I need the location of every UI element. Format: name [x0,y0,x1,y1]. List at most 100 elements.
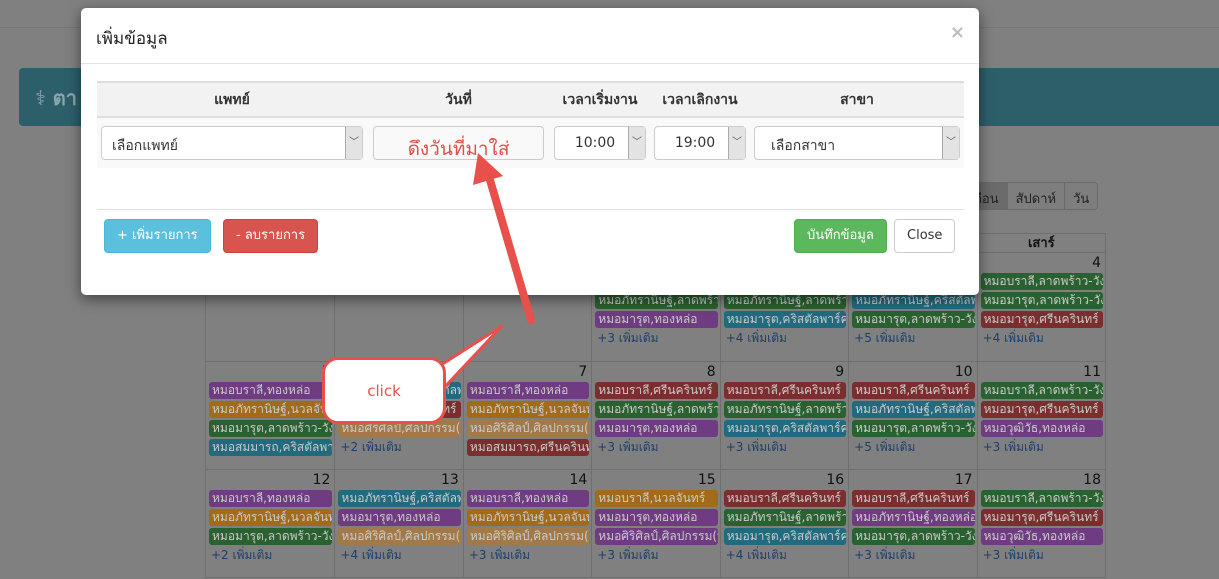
calendar-event[interactable]: หมอบราลี,ทองหล่อ [466,490,590,507]
calendar-event[interactable]: หมอมารุต,ลาดพร้าว-วังหิน [852,311,975,328]
branch-select[interactable]: เลือกสาขา ﹀ [754,126,960,160]
calendar-day[interactable]: 10 หมอบราลี,ศรีนครินทร์หมอภัทรานิษฐ์,คริส… [848,362,976,469]
calendar-day[interactable]: 13 หมอภัทรานิษฐ์,คริสตัลพาร์คหมอมารุต,ทอง… [334,470,462,577]
calendar-event[interactable]: หมอภัทรานิษฐ์,นวลจันทร์ [209,401,333,418]
calendar-event[interactable]: หมอมารุต,ศรีนครินทร์ [980,509,1103,526]
day-number: 10 [954,364,973,380]
more-events-link[interactable]: +5 เพิ่มเติม [852,439,974,456]
doctor-icon: ⚕ [35,86,53,110]
start-time-select[interactable]: 10:00 ﹀ [554,126,646,160]
more-events-link[interactable]: +3 เพิ่มเติม [595,439,717,456]
calendar-event[interactable]: หมอวุฒิวัธ,ทองหล่อ [980,528,1103,545]
more-events-link[interactable]: +3 เพิ่มเติม [852,547,974,564]
calendar-day[interactable]: 16 หมอบราลี,ศรีนครินทร์หมอภัทรานิษฐ์,ลาดพ… [719,470,848,577]
calendar-event[interactable]: หมอภัทรานิษฐ์,ลาดพร้าว [723,509,847,526]
calendar-day[interactable]: 12 หมอบราลี,ทองหล่อหมอภัทรานิษฐ์,นวลจันทร… [206,470,334,577]
date-input[interactable]: ดึงวันที่มาใส่ [373,126,544,160]
chevron-down-icon: ﹀ [628,127,645,159]
more-events-link[interactable]: +3 เพิ่มเติม [981,547,1103,564]
calendar-event[interactable]: หมอสมมารถ,คริสตัลพาร์ค [209,439,333,456]
calendar-event[interactable]: หมอบราลี,ศรีนครินทร์ [595,382,718,399]
calendar-event[interactable]: หมอบราลี,นวลจันทร์ [595,490,718,507]
calendar-day[interactable]: 18 หมอบราลี,ลาดพร้าว-วังหินหมอมารุต,ศรีนค… [976,470,1105,577]
day-number: 16 [826,472,845,488]
more-events-link[interactable]: +2 เพิ่มเติม [209,547,332,564]
calendar-event[interactable]: หมอบราลี,ทองหล่อ [209,382,333,399]
calendar-event[interactable]: หมอศิริศิลป์,ศิลปกรรม(ทองหล่อ) [595,528,718,545]
more-events-link[interactable]: +3 เพิ่มเติม [981,439,1103,456]
calendar-event[interactable]: หมอมารุต,ศรีนครินทร์ [980,401,1103,418]
calendar-event[interactable]: หมอมารุต,ลาดพร้าว-วังหิน [209,528,333,545]
calendar-event[interactable]: หมอบราลี,ศรีนครินทร์ [852,490,975,507]
calendar-event[interactable]: หมอบราลี,ทองหล่อ [209,490,333,507]
calendar-event[interactable]: หมอวุฒิวัธ,ทองหล่อ [980,420,1103,437]
day-number: 12 [312,472,331,488]
calendar-day[interactable]: 14 หมอบราลี,ทองหล่อหมอภัทรานิษฐ์,นวลจันทร… [462,470,591,577]
calendar-event[interactable]: หมอมารุต,ลาดพร้าว-วังหิน [980,292,1103,309]
more-events-link[interactable]: +3 เพิ่มเติม [595,547,717,564]
day-number: 7 [578,364,588,380]
calendar-event[interactable]: หมอภัทรานิษฐ์,นวลจันทร์ [209,509,333,526]
calendar-event[interactable]: หมอมารุต,คริสตัลพาร์ค [723,311,847,328]
calendar-event[interactable]: หมอมารุต,ทองหล่อ [595,420,718,437]
calendar-event[interactable]: หมอมารุต,ทองหล่อ [595,509,718,526]
more-events-link[interactable]: +4 เพิ่มเติม [724,547,846,564]
more-events-link[interactable]: +4 เพิ่มเติม [981,330,1103,347]
end-time-select[interactable]: 19:00 ﹀ [654,126,746,160]
close-icon[interactable]: × [950,22,965,43]
more-events-link[interactable]: +2 เพิ่มเติม [338,439,460,456]
calendar-event[interactable]: หมอศิริศิลป์,ศิลปกรรม(นวลจันทร์) [338,528,461,545]
calendar-day[interactable]: 17 หมอบราลี,ศรีนครินทร์ หมอภัทรานิษฐ์,ทองห… [848,470,976,577]
more-events-link[interactable]: +4 เพิ่มเติม [338,547,460,564]
more-events-link[interactable]: +3 เพิ่มเติม [467,547,589,564]
day-number: 14 [569,472,588,488]
calendar-event[interactable]: หมอบราลี,ลาดพร้าว-วังหิน [980,382,1103,399]
calendar-event[interactable]: หมอสมมารถ,ศรีนครินทร์ [466,439,590,456]
calendar-event[interactable]: หมอภัทรานิษฐ์,นวลจันทร์ [466,509,590,526]
calendar-event[interactable]: หมอบราลี,ศรีนครินทร์ [852,382,975,399]
calendar-event[interactable]: หมอบราลี,ลาดพร้าว-วังหิน [980,490,1103,507]
calendar-event[interactable]: หมอมารุต,ศรีนครินทร์ [980,311,1103,328]
calendar-event[interactable]: หมอมารุต,ทองหล่อ [338,509,461,526]
calendar-day[interactable]: 11 หมอบราลี,ลาดพร้าว-วังหินหมอมารุต,ศรีนค… [976,362,1105,469]
calendar-event[interactable]: หมอบราลี,ศรีนครินทร์ [723,382,847,399]
chevron-down-icon: ﹀ [728,127,745,159]
calendar-event[interactable]: หมอภัทรานิษฐ์,ทองหล่อ [852,509,975,526]
calendar-event[interactable]: หมอศิริศิลป์,ศิลปกรรม(นวลจันทร์) [466,528,590,545]
calendar-event[interactable]: หมอมารุต,คริสตัลพาร์ค [723,528,847,545]
view-day-button[interactable]: วัน [1064,183,1098,209]
calendar-event[interactable]: หมอภัทรานิษฐ์,คริสตัลพาร์ค [852,401,975,418]
view-week-button[interactable]: สัปดาห์ [1006,183,1065,209]
more-events-link[interactable]: +4 เพิ่มเติม [724,330,846,347]
calendar-event[interactable]: หมอมารุต,ลาดพร้าว-วังหิน [852,528,975,545]
calendar-day[interactable]: 7 หมอบราลี,ทองหล่อหมอภัทรานิษฐ์,นวลจันทร์… [462,362,591,469]
calendar-event[interactable]: หมอมารุต,ทองหล่อ [595,311,718,328]
doctor-select[interactable]: เลือกแพทย์ ﹀ [101,126,363,160]
calendar-day[interactable]: 4 หมอบราลี,ลาดพร้าว-วังหินหมอมารุต,ลาดพร้… [976,253,1105,361]
calendar-event[interactable]: หมอมารุต,ลาดพร้าว-วังหิน [209,420,333,437]
more-events-link[interactable]: +5 เพิ่มเติม [852,330,974,347]
calendar-day[interactable]: 8 หมอบราลี,ศรีนครินทร์ หมอภัทรานิษฐ์,ลาดพร… [591,362,719,469]
save-button[interactable]: บันทึกข้อมูล [794,219,887,253]
calendar-event[interactable]: หมอบราลี,ศรีนครินทร์ [723,490,847,507]
more-events-link[interactable]: +3 เพิ่มเติม [595,330,717,347]
calendar-event[interactable]: หมอบราลี,ลาดพร้าว-วังหิน [980,273,1103,290]
calendar-event[interactable]: หมอภัทรานิษฐ์,ลาดพร้าว [723,401,847,418]
add-item-button[interactable]: + เพิ่มรายการ [104,219,211,253]
more-events-link[interactable]: +3 เพิ่มเติม [724,439,846,456]
calendar-day[interactable]: 15 หมอบราลี,นวลจันทร์ หมอมารุต,ทองหล่อ หมอศ… [591,470,719,577]
remove-item-button[interactable]: - ลบรายการ [223,219,319,253]
calendar-day[interactable]: 9 หมอบราลี,ศรีนครินทร์ หมอภัทรานิษฐ์,ลาดพร… [719,362,848,469]
close-button[interactable]: Close [894,219,956,253]
calendar-event[interactable]: หมอภัทรานิษฐ์,ลาดพร้าว-วังหิน [595,401,718,418]
calendar-event[interactable]: หมอมารุต,ลาดพร้าว-วังหิน [852,420,975,437]
calendar-event[interactable]: หมอบราลี,ทองหล่อ [466,382,590,399]
calendar-event[interactable]: หมอภัทรานิษฐ์,คริสตัลพาร์ค [338,490,461,507]
click-callout: click [322,357,446,424]
col-date: วันที่ [445,92,472,108]
calendar-day[interactable]: 5หมอบราลี,ทองหล่อหมอภัทรานิษฐ์,นวลจันทร์… [206,362,334,469]
calendar-event[interactable]: หมอศิริศิลป์,ศิลปกรรม(นวลจันทร์) [466,420,590,437]
calendar-event[interactable]: หมอภัทรานิษฐ์,นวลจันทร์ [466,401,590,418]
calendar-event[interactable]: หมอมารุต,คริสตัลพาร์ค [723,420,847,437]
table-row: เลือกแพทย์ ﹀ ดึงวันที่มาใส่ 10:00 ﹀ 19:00 ﹀… [97,118,964,168]
